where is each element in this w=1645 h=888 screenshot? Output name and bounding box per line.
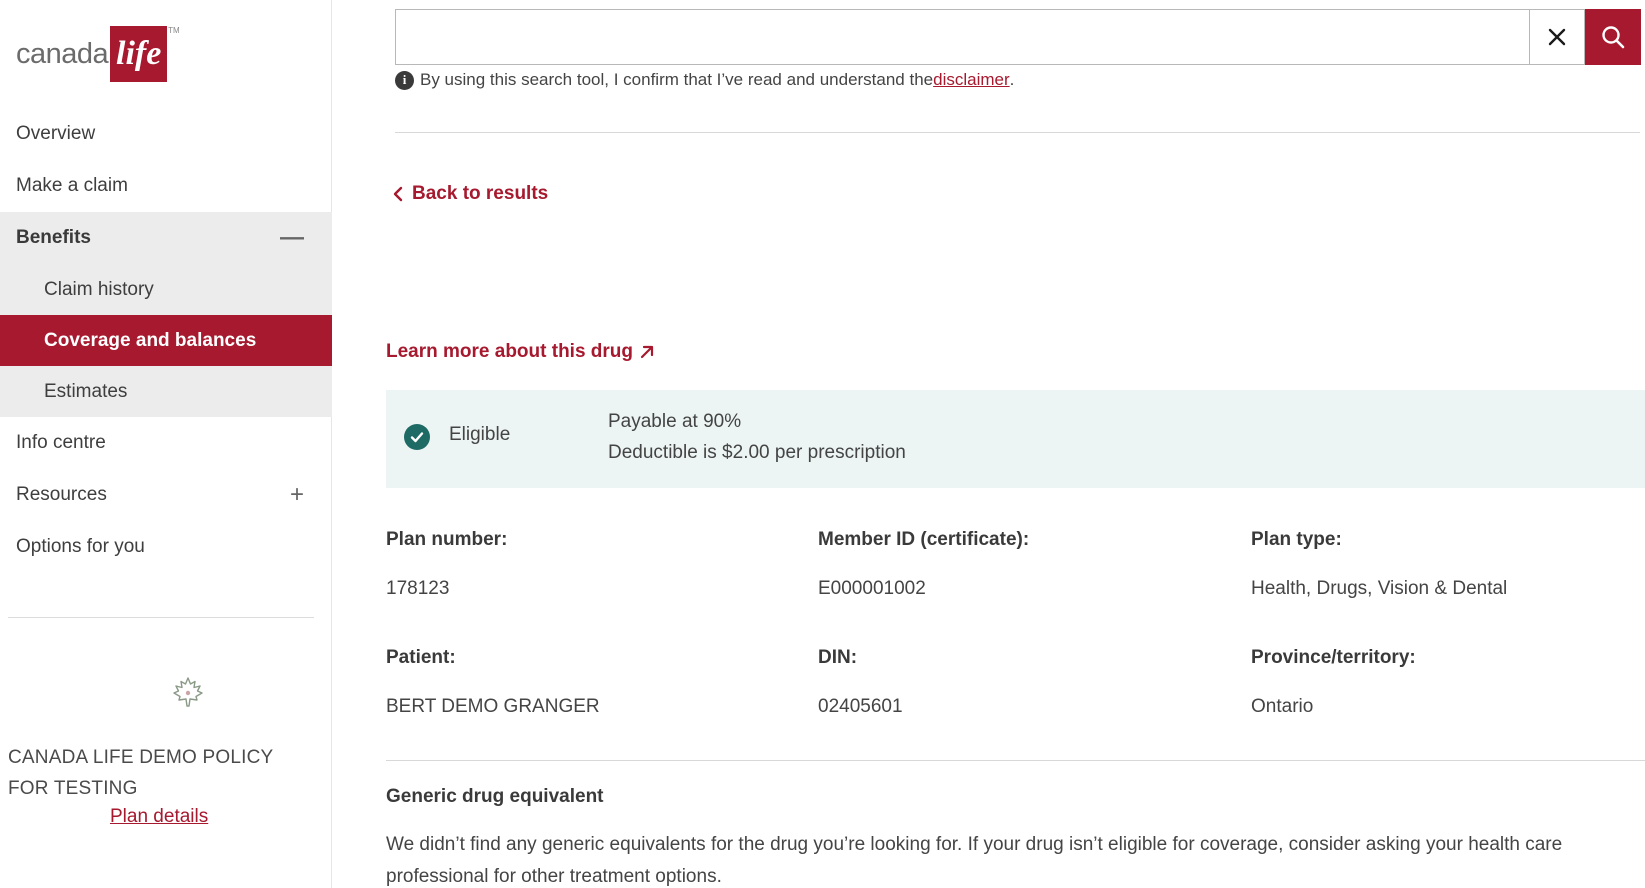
payable-percentage: Payable at 90%	[608, 411, 742, 432]
sidebar-item-label: Resources	[16, 484, 107, 505]
check-circle-icon	[404, 424, 430, 450]
province-label: Province/territory:	[1251, 647, 1416, 668]
sidebar-item-label: Coverage and balances	[44, 329, 257, 351]
divider	[386, 760, 1645, 761]
din-label: DIN:	[818, 647, 858, 668]
canada-life-logo[interactable]: canada life TM	[16, 26, 180, 82]
divider	[395, 132, 1640, 133]
sidebar-item-label: Claim history	[44, 278, 154, 300]
disclaimer-link[interactable]: disclaimer	[933, 70, 1010, 90]
sidebar-item-make-a-claim[interactable]: Make a claim	[0, 160, 332, 212]
external-link-icon	[639, 344, 655, 360]
sidebar-item-coverage-and-balances[interactable]: Coverage and balances	[0, 315, 332, 366]
plan-details-link[interactable]: Plan details	[110, 806, 208, 828]
sidebar-divider	[8, 617, 314, 618]
close-icon	[1548, 28, 1566, 46]
back-to-results-label: Back to results	[412, 183, 549, 204]
plan-type-label: Plan type:	[1251, 529, 1342, 550]
sidebar-item-info-centre[interactable]: Info centre	[0, 417, 332, 469]
logo-trademark: TM	[168, 26, 180, 35]
plan-type-value: Health, Drugs, Vision & Dental	[1251, 578, 1508, 599]
sidebar-item-estimates[interactable]: Estimates	[0, 366, 332, 417]
sidebar: canada life TM Overview Make a claim Ben…	[0, 0, 332, 888]
plan-number-value: 178123	[386, 578, 450, 599]
deductible-amount: Deductible is $2.00 per prescription	[608, 442, 906, 463]
sidebar-item-options-for-you[interactable]: Options for you	[0, 521, 332, 573]
logo-wordmark: canada	[16, 37, 109, 70]
search-icon	[1602, 26, 1625, 49]
search-button[interactable]	[1585, 9, 1641, 65]
back-to-results-link[interactable]: Back to results	[392, 183, 548, 205]
patient-value: BERT DEMO GRANGER	[386, 696, 600, 717]
sidebar-nav: Overview Make a claim Benefits — Claim h…	[0, 108, 332, 573]
eligibility-status: Eligible	[449, 424, 511, 445]
learn-more-drug-link[interactable]: Learn more about this drug	[386, 341, 655, 363]
patient-label: Patient:	[386, 647, 456, 668]
sidebar-item-label: Options for you	[16, 536, 145, 557]
disclaimer-suffix: .	[1009, 70, 1015, 89]
plan-number-label: Plan number:	[386, 529, 508, 550]
sidebar-item-label: Estimates	[44, 380, 128, 402]
sidebar-item-overview[interactable]: Overview	[0, 108, 332, 160]
collapse-icon[interactable]: —	[280, 226, 304, 250]
sidebar-item-label: Info centre	[16, 432, 106, 453]
chevron-left-icon	[392, 186, 404, 202]
maple-leaf-icon	[173, 677, 203, 707]
eligibility-panel: Eligible Payable at 90% Deductible is $2…	[386, 390, 1645, 488]
disclaimer-text: By using this search tool, I confirm tha…	[420, 70, 934, 89]
sidebar-item-label: Make a claim	[16, 175, 128, 196]
province-value: Ontario	[1251, 696, 1314, 717]
logo-mark: life	[110, 26, 168, 82]
generic-equivalent-heading: Generic drug equivalent	[386, 786, 604, 807]
expand-icon[interactable]: +	[290, 483, 304, 507]
clear-search-button[interactable]	[1530, 9, 1585, 65]
sidebar-item-resources[interactable]: Resources +	[0, 469, 332, 521]
search-disclaimer: i By using this search tool, I confirm t…	[395, 70, 1014, 90]
sidebar-item-claim-history[interactable]: Claim history	[0, 264, 332, 315]
sidebar-item-benefits[interactable]: Benefits —	[0, 212, 332, 264]
generic-equivalent-message: We didn’t find any generic equivalents f…	[386, 834, 1563, 887]
member-id-label: Member ID (certificate):	[818, 529, 1030, 550]
info-icon: i	[395, 70, 414, 90]
din-value: 02405601	[818, 696, 903, 717]
sidebar-item-label: Benefits	[16, 227, 91, 248]
learn-more-label: Learn more about this drug	[386, 341, 634, 362]
drug-search-input[interactable]	[395, 9, 1530, 65]
sidebar-item-label: Overview	[16, 123, 96, 144]
member-id-value: E000001002	[818, 578, 926, 599]
sidebar-group-benefits: Benefits — Claim history Coverage and ba…	[0, 212, 332, 417]
policy-name: CANADA LIFE DEMO POLICY FOR TESTING	[8, 747, 274, 799]
